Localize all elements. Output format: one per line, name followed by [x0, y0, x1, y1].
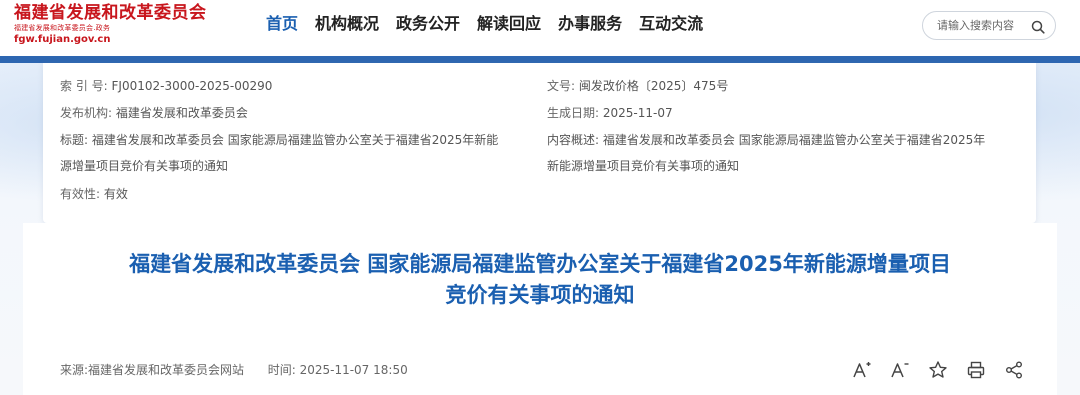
- title-label: 标题:: [60, 133, 89, 147]
- summary-value-line1: 福建省发展和改革委员会 国家能源局福建监管办公室关于福建省2025年: [602, 133, 986, 147]
- summary-label: 内容概述:: [547, 133, 600, 147]
- info-summary: 内容概述: 福建省发展和改革委员会 国家能源局福建监管办公室关于福建省2025年…: [547, 127, 1027, 179]
- info-index-number: 索 引 号: FJ00102-3000-2025-00290: [60, 73, 272, 99]
- document-number-label: 文号:: [547, 79, 576, 93]
- document-number-value: 闽发改价格〔2025〕475号: [578, 79, 729, 93]
- article-source: 来源:福建省发展和改革委员会网站: [60, 363, 245, 377]
- info-created-date: 生成日期: 2025-11-07: [547, 100, 673, 126]
- search-icon[interactable]: [1031, 19, 1045, 34]
- document-info-card: 索 引 号: FJ00102-3000-2025-00290 文号: 闽发改价格…: [43, 63, 1036, 223]
- nav-item-services[interactable]: 办事服务: [558, 12, 622, 36]
- summary-value-line2: 新能源增量项目竞价有关事项的通知: [547, 159, 740, 173]
- article-title-line2: 竞价有关事项的通知: [445, 283, 635, 307]
- info-publisher: 发布机构: 福建省发展和改革委员会: [60, 100, 248, 126]
- index-number-label: 索 引 号:: [60, 79, 108, 93]
- title-value-line2: 源增量项目竞价有关事项的通知: [60, 159, 229, 173]
- title-value-line1: 福建省发展和改革委员会 国家能源局福建监管办公室关于福建省2025年新能: [91, 133, 499, 147]
- search-box: [922, 11, 1056, 40]
- nav-item-home[interactable]: 首页: [266, 12, 298, 36]
- article-time-label: 时间:: [267, 363, 296, 377]
- star-icon[interactable]: [928, 359, 948, 381]
- nav-item-organization[interactable]: 机构概况: [315, 12, 379, 36]
- nav-item-interpretation[interactable]: 解读回应: [477, 12, 541, 36]
- font-increase-icon[interactable]: [852, 359, 872, 381]
- created-date-value: 2025-11-07: [602, 106, 673, 120]
- site-logo[interactable]: 福建省发展和改革委员会 福建省发展和改革委员会.政务 fgw.fujian.go…: [14, 3, 224, 51]
- nav-item-government-affairs[interactable]: 政务公开: [396, 12, 460, 36]
- publisher-label: 发布机构:: [60, 106, 113, 120]
- article-container: 福建省发展和改革委员会 国家能源局福建监管办公室关于福建省2025年新能源增量项…: [23, 223, 1057, 395]
- article-title-line1: 福建省发展和改革委员会 国家能源局福建监管办公室关于福建省2025年新能源增量项…: [129, 252, 951, 276]
- validity-value: 有效: [103, 187, 128, 201]
- article-title: 福建省发展和改革委员会 国家能源局福建监管办公室关于福建省2025年新能源增量项…: [23, 249, 1057, 311]
- article-meta: 来源:福建省发展和改革委员会网站 时间: 2025-11-07 18:50: [60, 360, 408, 380]
- created-date-label: 生成日期:: [547, 106, 600, 120]
- index-number-value: FJ00102-3000-2025-00290: [111, 79, 273, 93]
- share-icon[interactable]: [1004, 359, 1024, 381]
- search-input[interactable]: [937, 19, 1037, 32]
- logo-domain: fgw.fujian.gov.cn: [14, 34, 111, 45]
- info-validity: 有效性: 有效: [60, 181, 128, 207]
- logo-subtitle: 福建省发展和改革委员会.政务: [14, 24, 111, 32]
- header-divider-bar: [0, 56, 1080, 63]
- article-time-value: 2025-11-07 18:50: [299, 363, 408, 377]
- validity-label: 有效性:: [60, 187, 101, 201]
- site-header: 福建省发展和改革委员会 福建省发展和改革委员会.政务 fgw.fujian.go…: [0, 0, 1080, 56]
- nav-item-interaction[interactable]: 互动交流: [639, 12, 703, 36]
- logo-title: 福建省发展和改革委员会: [14, 3, 207, 23]
- article-toolbar: [852, 359, 1024, 381]
- main-nav: 首页 机构概况 政务公开 解读回应 办事服务 互动交流: [266, 12, 720, 36]
- print-icon[interactable]: [966, 359, 986, 381]
- publisher-value: 福建省发展和改革委员会: [115, 106, 248, 120]
- info-document-number: 文号: 闽发改价格〔2025〕475号: [547, 73, 728, 99]
- font-decrease-icon[interactable]: [890, 359, 910, 381]
- info-title: 标题: 福建省发展和改革委员会 国家能源局福建监管办公室关于福建省2025年新能…: [60, 127, 540, 179]
